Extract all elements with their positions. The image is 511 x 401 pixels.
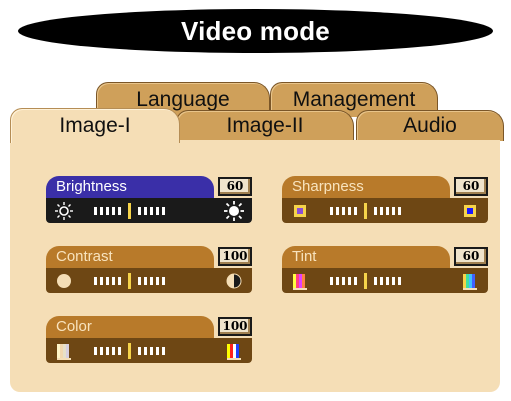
circle-filled-icon [57, 274, 71, 288]
brightness-value: 60 [218, 177, 252, 196]
contrast-label: Contrast [46, 246, 214, 268]
color-label: Color [46, 316, 214, 338]
square-sharp-icon [464, 205, 476, 217]
contrast-value: 100 [218, 247, 252, 266]
sharpness-slider-knob[interactable] [364, 203, 367, 219]
sharpness-control[interactable]: Sharpness 60 [282, 176, 488, 228]
color-ticks [94, 343, 214, 359]
square-soft-icon [294, 205, 306, 217]
brightness-control[interactable]: Brightness 60 [46, 176, 252, 228]
color-slider[interactable] [46, 338, 252, 363]
tint-slider-knob[interactable] [364, 273, 367, 289]
title-banner: Video mode [18, 9, 493, 53]
sharpness-value: 60 [454, 177, 488, 196]
tint-slider[interactable] [282, 268, 488, 293]
sharpness-slider[interactable] [282, 198, 488, 223]
contrast-slider[interactable] [46, 268, 252, 293]
contrast-control[interactable]: Contrast 100 [46, 246, 252, 298]
color-bars-vivid-icon [227, 344, 241, 360]
circle-half-icon [226, 273, 242, 289]
tint-control[interactable]: Tint 60 [282, 246, 488, 298]
tint-value: 60 [454, 247, 488, 266]
tab-image-ii[interactable]: Image-II [176, 110, 354, 141]
color-bars-pale-icon [57, 344, 71, 360]
tint-label: Tint [282, 246, 450, 268]
color-bars-cool-icon [463, 274, 477, 290]
color-bars-warm-icon [293, 274, 307, 290]
sun-large-icon [224, 201, 244, 221]
sharpness-ticks [330, 203, 450, 219]
brightness-slider-knob[interactable] [128, 203, 131, 219]
window-title: Video mode [181, 15, 330, 46]
color-slider-knob[interactable] [128, 343, 131, 359]
brightness-label: Brightness [46, 176, 214, 198]
color-value: 100 [218, 317, 252, 336]
brightness-slider[interactable] [46, 198, 252, 223]
tint-ticks [330, 273, 450, 289]
tab-image-i[interactable]: Image-I [10, 108, 180, 143]
brightness-ticks [94, 203, 214, 219]
contrast-ticks [94, 273, 214, 289]
tab-audio[interactable]: Audio [356, 110, 504, 141]
color-control[interactable]: Color 100 [46, 316, 252, 368]
sharpness-label: Sharpness [282, 176, 450, 198]
sun-small-icon [55, 202, 73, 220]
contrast-slider-knob[interactable] [128, 273, 131, 289]
